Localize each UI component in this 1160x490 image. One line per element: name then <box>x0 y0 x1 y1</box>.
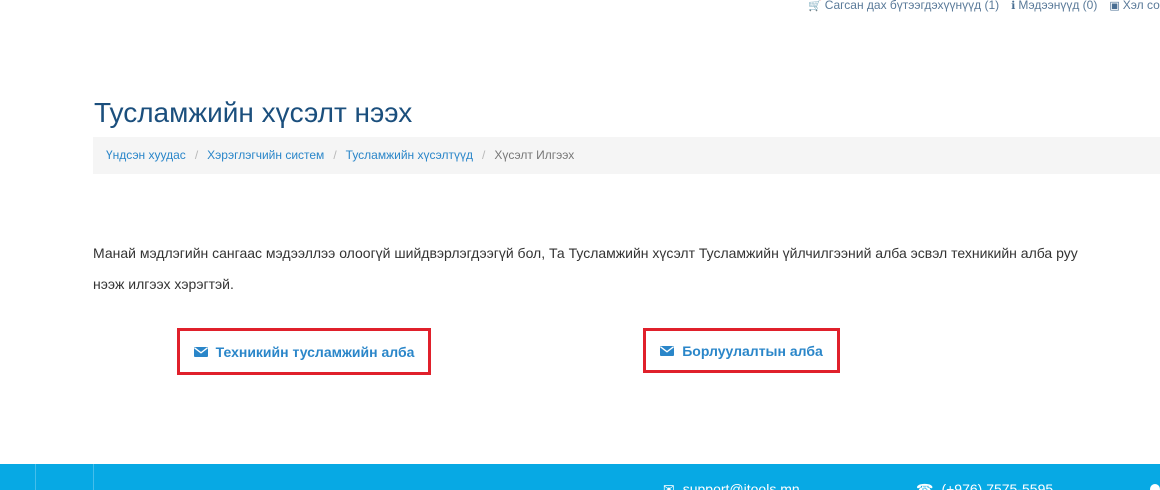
breadcrumb-support-tickets[interactable]: Тусламжийн хүсэлтүүд <box>346 148 473 162</box>
envelope-icon <box>193 346 208 357</box>
footer-phone-text: (+976) 7575-5595 <box>941 481 1054 490</box>
sales-department-label: Борлуулалтын алба <box>682 342 823 359</box>
footer-phone[interactable]: ☎ (+976) 7575-5595 <box>916 481 1053 490</box>
breadcrumb-client-area[interactable]: Хэрэглэгчийн систем <box>207 148 324 162</box>
info-icon: ℹ <box>1011 0 1016 12</box>
breadcrumb-separator: / <box>194 148 199 162</box>
envelope-icon <box>660 345 675 356</box>
cart-link[interactable]: 🛒 Сагсан дах бүтээгдэхүүнүүд (1) <box>808 0 999 12</box>
footer-divider <box>93 464 94 490</box>
intro-text: Манай мэдлэгийн сангаас мэдээллээ олоогү… <box>93 238 1160 300</box>
cart-icon: 🛒 <box>808 0 822 12</box>
footer-email-text: support@itools.mn <box>682 481 800 490</box>
language-icon: ▣ <box>1109 0 1120 12</box>
breadcrumb: Үндсэн хуудас / Хэрэглэгчийн систем / Туслам… <box>93 137 1160 174</box>
top-navigation-bar: 🛒 Сагсан дах бүтээгдэхүүнүүд (1) ℹ Мэдээнүү… <box>0 0 1160 14</box>
sales-department-button[interactable]: Борлуулалтын алба <box>643 328 840 373</box>
footer-divider <box>35 464 36 490</box>
intro-line-1: Манай мэдлэгийн сангаас мэдээллээ олоогү… <box>93 245 1078 261</box>
cart-link-label: Сагсан дах бүтээгдэхүүнүүд (1) <box>824 0 1000 12</box>
language-link[interactable]: ▣Хэл сонгох <box>1109 0 1160 12</box>
breadcrumb-current: Хүсэлт Илгээх <box>494 148 575 162</box>
technical-support-department-button[interactable]: Техникийн тусламжийн алба <box>177 328 431 375</box>
intro-line-2: нээж илгээх хэрэгтэй. <box>93 276 234 292</box>
breadcrumb-home[interactable]: Үндсэн хуудас <box>106 148 186 162</box>
technical-support-department-label: Техникийн тусламжийн алба <box>215 343 415 360</box>
phone-icon: ☎ <box>916 481 934 490</box>
footer-email[interactable]: ✉ support@itools.mn <box>663 481 800 490</box>
page-title: Тусламжийн хүсэлт нээх <box>94 97 413 128</box>
notifications-link-label: Мэдээнүүд (0) <box>1018 0 1098 12</box>
breadcrumb-separator: / <box>482 148 486 162</box>
footer: ✉ support@itools.mn ☎ (+976) 7575-5595 <box>0 464 1160 490</box>
language-link-label: Хэл сонгох <box>1122 0 1160 12</box>
envelope-icon: ✉ <box>663 481 675 490</box>
footer-social-icon[interactable] <box>1150 484 1160 490</box>
notifications-link[interactable]: ℹ Мэдээнүүд (0) <box>1011 0 1097 12</box>
breadcrumb-separator: / <box>333 148 337 162</box>
top-links: 🛒 Сагсан дах бүтээгдэхүүнүүд (1) ℹ Мэдээнүү… <box>808 0 1160 12</box>
